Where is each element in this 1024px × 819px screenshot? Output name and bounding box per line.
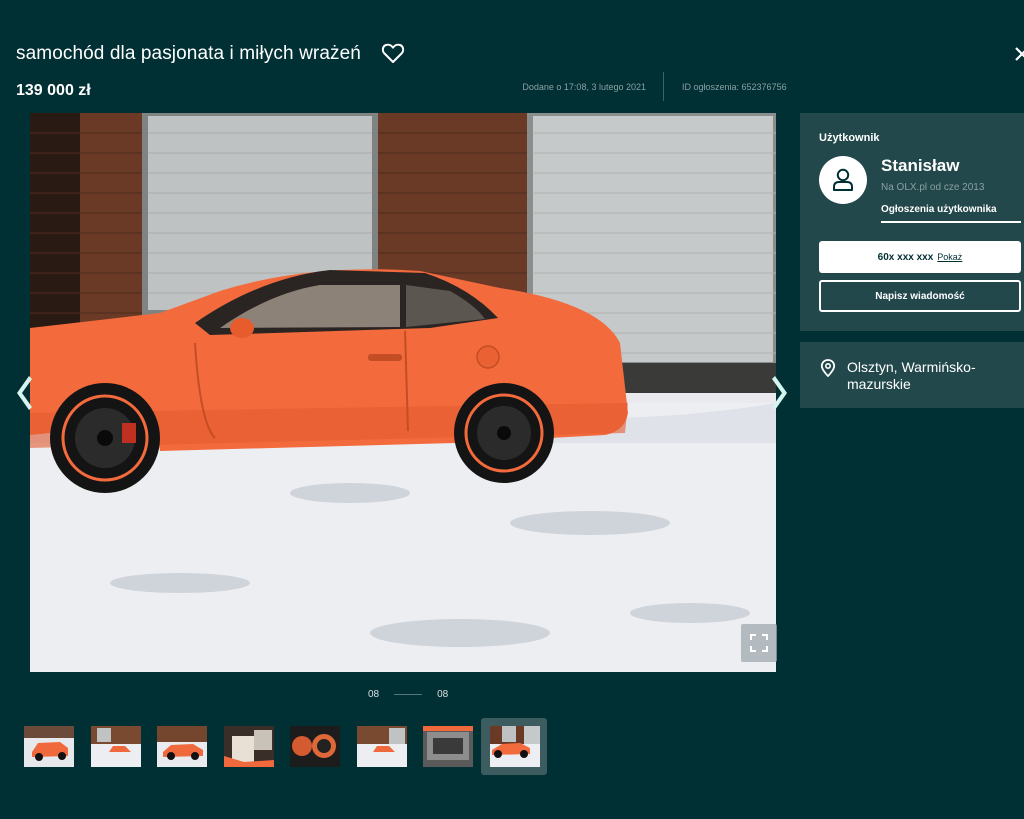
show-phone-button[interactable]: 60x xxx xxx Pokaż: [819, 241, 1021, 273]
car-photo-image: [30, 113, 776, 672]
user-section-title: Użytkownik: [819, 132, 880, 144]
added-date: Dodane o 17:08, 3 lutego 2021: [522, 82, 646, 92]
avatar[interactable]: [819, 156, 867, 204]
thumbnail-1[interactable]: [24, 726, 74, 767]
thumbnail-4[interactable]: [224, 726, 274, 767]
send-message-button[interactable]: Napisz wiadomość: [819, 280, 1021, 312]
close-icon[interactable]: [1010, 40, 1024, 68]
thumbnail-2[interactable]: [91, 726, 141, 767]
location-text: Olsztyn, Warmińsko-mazurskie: [847, 359, 976, 392]
thumbnail-8[interactable]: [490, 726, 540, 767]
gallery-counter: 08 08: [368, 689, 448, 700]
fullscreen-button[interactable]: [741, 624, 777, 662]
counter-current: 08: [368, 689, 380, 700]
show-phone-link[interactable]: Pokaż: [937, 252, 962, 262]
expand-icon: [750, 634, 768, 652]
main-photo[interactable]: [30, 113, 776, 672]
user-card: Użytkownik Stanisław Na OLX.pl od cze 20…: [800, 113, 1024, 331]
user-name: Stanisław: [881, 156, 960, 175]
chevron-left-icon[interactable]: [14, 374, 34, 412]
user-icon: [833, 168, 853, 191]
user-since: Na OLX.pl od cze 2013: [881, 182, 985, 193]
pin-icon: [820, 359, 836, 377]
thumbnail-6[interactable]: [357, 726, 407, 767]
thumbnail-5[interactable]: [290, 726, 340, 767]
phone-number: 60x xxx xxx: [877, 251, 934, 263]
chevron-right-icon[interactable]: [770, 374, 790, 412]
listing-title: samochód dla pasjonata i miłych wrażeń: [16, 43, 361, 64]
ad-id: ID ogłoszenia: 652376756: [682, 82, 787, 92]
heart-icon[interactable]: [381, 42, 405, 64]
location-card: Olsztyn, Warmińsko-mazurskie: [800, 342, 1024, 408]
meta-divider: [663, 72, 664, 101]
thumbnail-7[interactable]: [423, 726, 473, 767]
thumbnail-3[interactable]: [157, 726, 207, 767]
price: 139 000 zł: [16, 82, 91, 99]
user-ads-link[interactable]: Ogłoszenia użytkownika: [881, 204, 1021, 223]
counter-divider: [394, 694, 423, 695]
counter-total: 08: [437, 689, 449, 700]
